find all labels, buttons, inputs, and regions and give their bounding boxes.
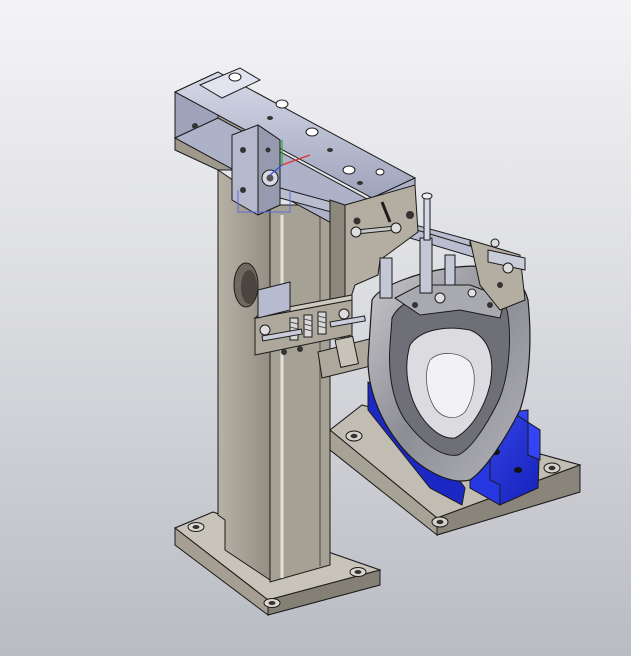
end-stop-block[interactable] xyxy=(231,124,281,216)
cad-3d-viewport[interactable] xyxy=(0,0,631,656)
fixture-assembly-model[interactable] xyxy=(0,0,631,656)
